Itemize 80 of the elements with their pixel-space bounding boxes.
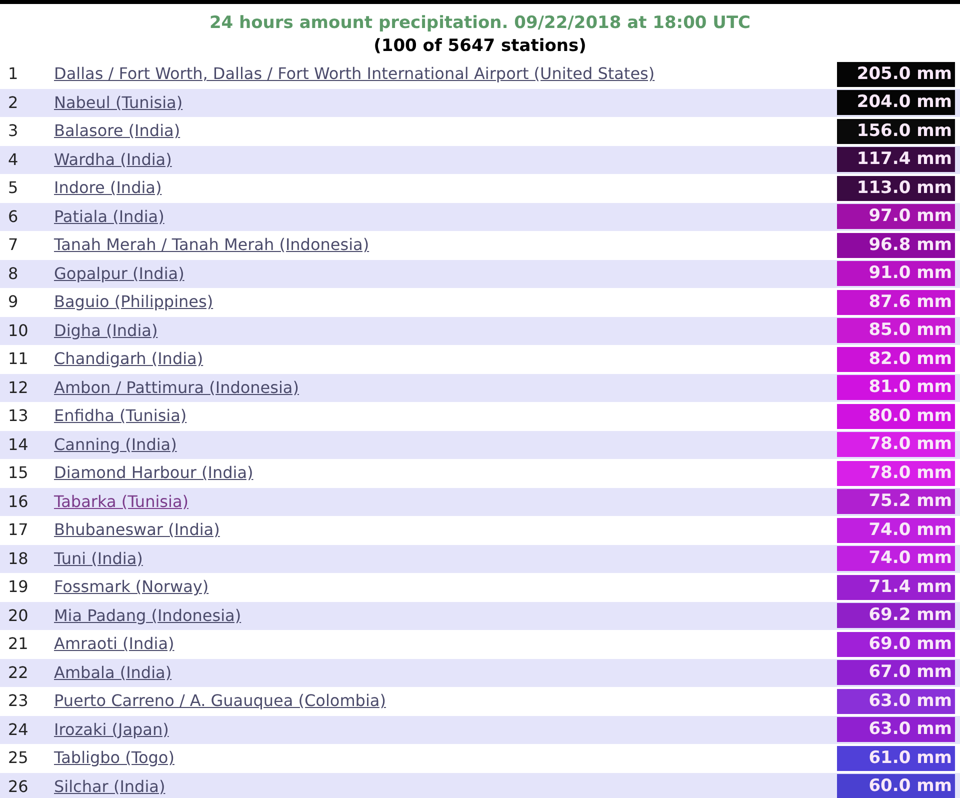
station-link[interactable]: Patiala (India) [54, 204, 837, 229]
station-link[interactable]: Canning (India) [54, 432, 837, 457]
station-link[interactable]: Chandigarh (India) [54, 347, 837, 372]
precipitation-value: 97.0 mm [837, 204, 955, 230]
station-link[interactable]: Bhubaneswar (India) [54, 518, 837, 542]
precipitation-value: 81.0 mm [837, 375, 955, 400]
rank-number: 2 [8, 92, 20, 114]
precipitation-value: 96.8 mm [837, 232, 955, 258]
precipitation-value: 85.0 mm [837, 318, 955, 344]
precipitation-value: 69.2 mm [837, 603, 955, 628]
station-link[interactable]: Baguio (Philippines) [54, 290, 837, 314]
station-link[interactable]: Tabligbo (Togo) [54, 746, 837, 770]
precipitation-value: 61.0 mm [837, 746, 955, 771]
rank-number: 3 [8, 120, 20, 142]
station-link[interactable]: Nabeul (Tunisia) [54, 90, 837, 115]
precipitation-value: 156.0 mm [837, 118, 955, 144]
rank-number: 7 [8, 234, 20, 256]
rank-number: 8 [8, 262, 20, 285]
station-link[interactable]: Puerto Carreno / A. Guauquea (Colombia) [54, 689, 837, 714]
precipitation-value: 82.0 mm [837, 346, 955, 372]
precipitation-value: 91.0 mm [837, 261, 955, 286]
station-link[interactable]: Diamond Harbour (India) [54, 461, 837, 486]
precipitation-value: 67.0 mm [837, 660, 955, 686]
rank-number: 25 [8, 747, 30, 770]
station-link[interactable]: Ambon / Pattimura (Indonesia) [54, 376, 837, 400]
rank-number: 10 [8, 320, 30, 342]
rank-number: 26 [8, 776, 30, 798]
rank-number: 13 [8, 405, 30, 428]
precipitation-value: 74.0 mm [837, 518, 955, 543]
rank-number: 5 [8, 177, 20, 200]
precipitation-value: 113.0 mm [837, 176, 955, 201]
rank-number: 18 [8, 548, 30, 570]
station-link[interactable]: Wardha (India) [54, 148, 837, 172]
rank-number: 15 [8, 462, 30, 484]
rank-number: 1 [8, 63, 20, 86]
station-link[interactable]: Amraoti (India) [54, 632, 837, 656]
station-link[interactable]: Ambala (India) [54, 660, 837, 685]
precipitation-value: 87.6 mm [837, 290, 955, 315]
rank-number: 23 [8, 690, 30, 712]
table-title: 24 hours amount precipitation. 09/22/2018 at 18:00 UTC [209, 12, 751, 34]
station-link[interactable]: Mia Padang (Indonesia) [54, 604, 837, 628]
precipitation-value: 74.0 mm [837, 546, 955, 572]
precipitation-value: 205.0 mm [837, 62, 955, 87]
station-link[interactable]: Silchar (India) [54, 774, 837, 798]
rank-number: 24 [8, 718, 30, 741]
rank-number: 6 [8, 206, 20, 228]
rank-number: 20 [8, 604, 30, 627]
precipitation-value: 60.0 mm [837, 774, 955, 798]
station-link[interactable]: Tabarka (Tunisia) [54, 490, 837, 514]
precipitation-value: 204.0 mm [837, 90, 955, 116]
precipitation-value: 117.4 mm [837, 147, 955, 172]
rank-number: 16 [8, 490, 30, 513]
rank-number: 11 [8, 348, 30, 370]
station-link[interactable]: Balasore (India) [54, 119, 837, 144]
station-link[interactable]: Fossmark (Norway) [54, 575, 837, 600]
rank-number: 9 [8, 291, 20, 314]
station-link[interactable]: Digha (India) [54, 318, 837, 343]
station-count: (100 of 5647 stations) [374, 35, 586, 58]
precipitation-value: 78.0 mm [837, 432, 955, 458]
station-link[interactable]: Dallas / Fort Worth, Dallas / Fort Worth International Airport (United States) [54, 62, 837, 86]
precipitation-value: 78.0 mm [837, 460, 955, 486]
precipitation-value: 69.0 mm [837, 632, 955, 657]
station-link[interactable]: Tuni (India) [54, 546, 837, 571]
station-link[interactable]: Indore (India) [54, 176, 837, 200]
precipitation-value: 71.4 mm [837, 574, 955, 600]
rank-number: 19 [8, 576, 30, 598]
rank-number: 4 [8, 148, 20, 171]
rank-number: 14 [8, 434, 30, 456]
rank-number: 21 [8, 633, 30, 656]
station-link[interactable]: Enfidha (Tunisia) [54, 404, 837, 428]
precipitation-value: 80.0 mm [837, 404, 955, 429]
rank-number: 22 [8, 662, 30, 684]
precipitation-value: 63.0 mm [837, 688, 955, 714]
rank-number: 17 [8, 519, 30, 542]
station-link[interactable]: Tanah Merah / Tanah Merah (Indonesia) [54, 233, 837, 258]
station-link[interactable]: Irozaki (Japan) [54, 718, 837, 742]
precipitation-value: 75.2 mm [837, 489, 955, 514]
precipitation-value: 63.0 mm [837, 717, 955, 742]
rank-number: 12 [8, 376, 30, 399]
station-link[interactable]: Gopalpur (India) [54, 262, 837, 286]
